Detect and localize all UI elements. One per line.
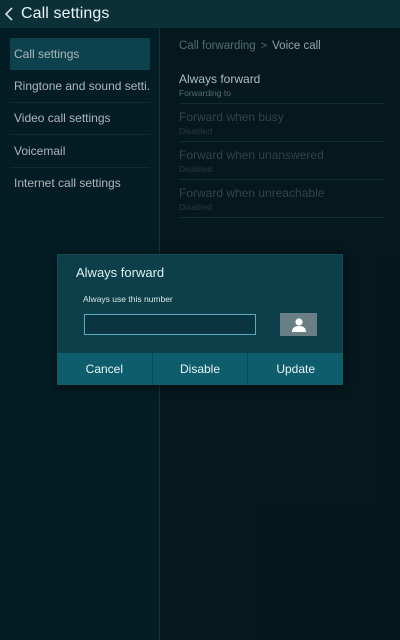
- contact-person-icon: [290, 317, 308, 333]
- app-bar: Call settings: [0, 0, 400, 28]
- contacts-button[interactable]: [280, 313, 317, 336]
- disable-button[interactable]: Disable: [151, 353, 248, 385]
- update-button[interactable]: Update: [247, 353, 343, 385]
- page-title: Call settings: [21, 5, 110, 22]
- always-forward-dialog: Always forward Always use this number Ca…: [57, 254, 343, 385]
- cancel-button[interactable]: Cancel: [57, 353, 152, 385]
- chevron-left-icon: [3, 6, 17, 22]
- forward-number-input[interactable]: [84, 314, 256, 335]
- number-field-label: Always use this number: [83, 294, 173, 304]
- dialog-button-bar: Cancel Disable Update: [57, 353, 343, 385]
- back-button[interactable]: [3, 0, 17, 28]
- dialog-title: Always forward: [76, 265, 165, 280]
